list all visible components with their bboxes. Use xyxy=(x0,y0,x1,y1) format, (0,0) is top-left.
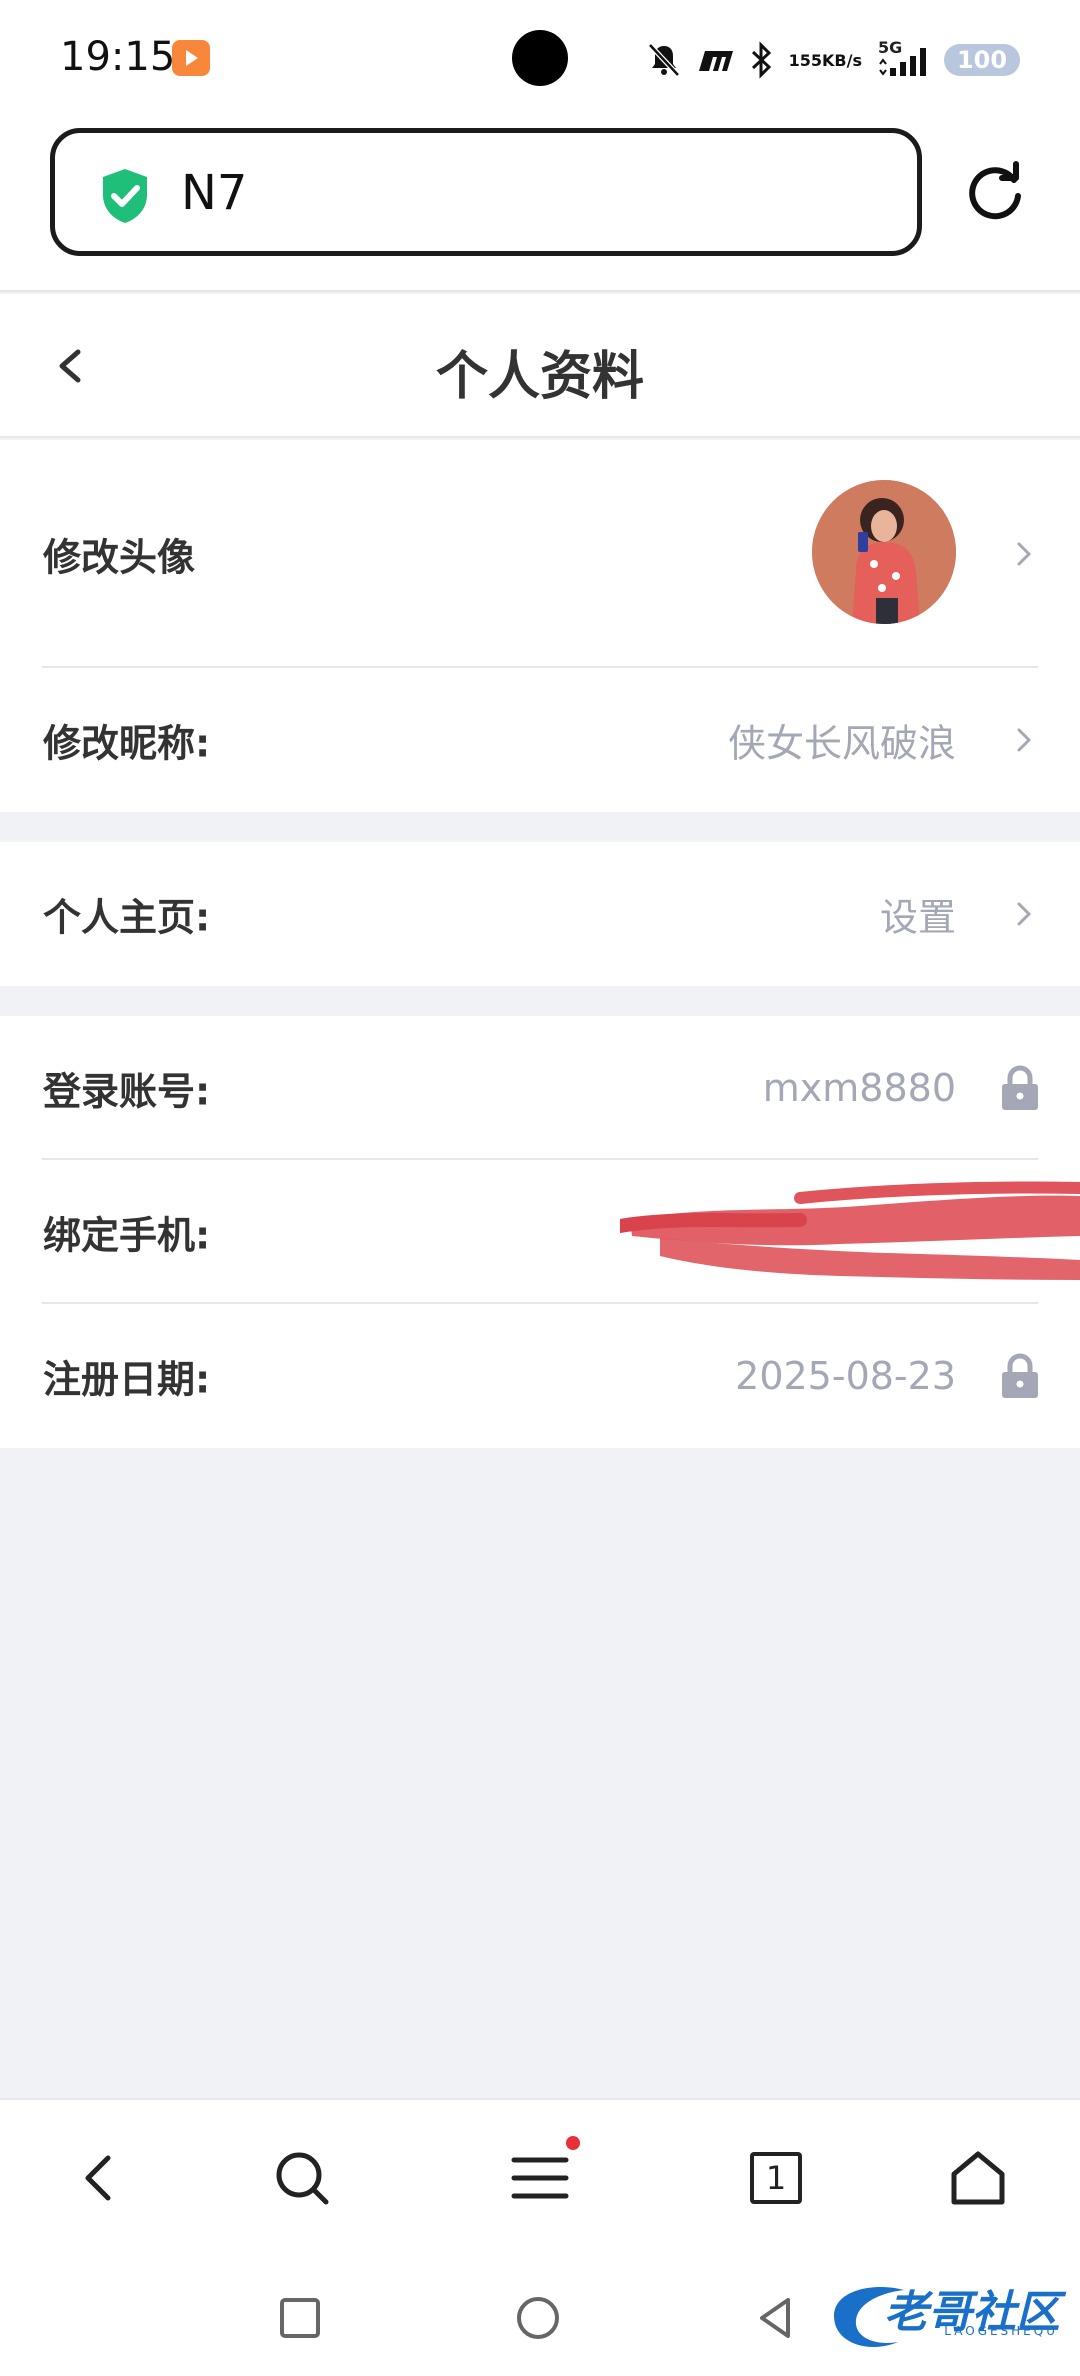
status-icons: 155 KB/s 5G 100 xyxy=(647,30,1020,90)
nickname-label: 修改昵称: xyxy=(43,721,211,766)
account-label: 登录账号: xyxy=(43,1069,211,1114)
bluetooth-icon xyxy=(749,41,775,79)
notification-dot xyxy=(566,2136,580,2150)
profile-section-homepage: 个人主页: 设置 xyxy=(0,842,1080,986)
homepage-value: 设置 xyxy=(879,895,956,940)
phone-row[interactable]: 绑定手机: xyxy=(0,1160,1080,1304)
register-date-row: 注册日期: 2025-08-23 xyxy=(0,1304,1080,1448)
url-field[interactable]: N7 xyxy=(50,128,922,256)
battery-indicator: 100 xyxy=(944,44,1020,76)
lock-icon xyxy=(1000,1064,1040,1112)
chevron-right-icon xyxy=(1010,894,1038,934)
network-type: 5G xyxy=(878,38,903,57)
net-speed: 155 KB/s xyxy=(789,52,862,69)
avatar-row[interactable]: 修改头像 xyxy=(0,440,1080,668)
url-text: N7 xyxy=(181,165,248,221)
redaction-scribble xyxy=(613,1176,1080,1286)
menu-icon[interactable] xyxy=(508,2136,580,2210)
signal-icon: 5G xyxy=(876,38,930,80)
profile-section-account: 登录账号: mxm8880 绑定手机: 注册日期: 2025-08-23 xyxy=(0,1016,1080,1448)
homepage-label: 个人主页: xyxy=(43,895,211,940)
home-icon[interactable] xyxy=(946,2146,1010,2210)
account-row: 登录账号: mxm8880 xyxy=(0,1016,1080,1160)
home-circle-icon[interactable] xyxy=(514,2294,562,2342)
tabs-button[interactable]: 1 xyxy=(744,2146,808,2210)
status-bar: 19:15 155 KB/s 5G 100 xyxy=(0,0,1080,120)
avatar-label: 修改头像 xyxy=(43,535,196,580)
account-value: mxm8880 xyxy=(762,1066,956,1110)
chevron-right-icon xyxy=(1010,534,1038,574)
carrier-icon xyxy=(695,47,735,73)
browser-toolbar: 1 xyxy=(0,2098,1080,2254)
chevron-right-icon xyxy=(1010,720,1038,760)
lock-icon xyxy=(1000,1352,1040,1400)
reload-icon[interactable] xyxy=(962,158,1028,224)
video-app-icon xyxy=(172,40,210,76)
security-shield-icon xyxy=(99,167,151,229)
phone-label: 绑定手机: xyxy=(43,1213,211,1258)
page-header: 个人资料 xyxy=(0,294,1080,438)
back-triangle-icon[interactable] xyxy=(752,2294,800,2342)
profile-section-basic: 修改头像 修改昵称: 侠女长风破浪 xyxy=(0,440,1080,812)
system-navigation-bar: 老哥社区 LAOGESHEQU xyxy=(0,2254,1080,2376)
avatar xyxy=(812,480,956,624)
camera-cutout xyxy=(512,30,568,86)
recent-apps-icon[interactable] xyxy=(276,2294,324,2342)
page-title: 个人资料 xyxy=(435,347,644,407)
status-time: 19:15 xyxy=(60,34,176,80)
register-date-value: 2025-08-23 xyxy=(735,1354,956,1398)
net-speed-value: 155 xyxy=(788,50,823,70)
mute-bell-icon xyxy=(647,42,681,78)
nickname-row[interactable]: 修改昵称: 侠女长风破浪 xyxy=(0,668,1080,812)
back-icon[interactable] xyxy=(68,2146,132,2210)
browser-address-bar: N7 xyxy=(0,120,1080,292)
net-speed-unit: KB/s xyxy=(822,50,862,70)
homepage-row[interactable]: 个人主页: 设置 xyxy=(0,842,1080,986)
watermark-subtext: LAOGESHEQU xyxy=(944,2324,1058,2338)
register-date-label: 注册日期: xyxy=(43,1357,211,1402)
tab-count: 1 xyxy=(750,2152,802,2204)
nickname-value: 侠女长风破浪 xyxy=(727,721,956,766)
search-icon[interactable] xyxy=(270,2146,334,2210)
